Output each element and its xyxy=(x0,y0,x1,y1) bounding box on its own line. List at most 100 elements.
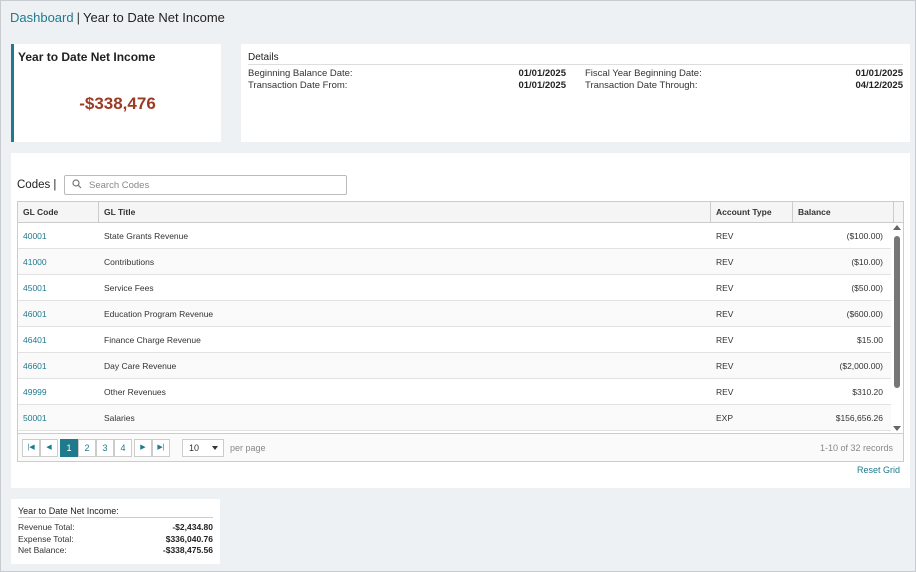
reset-grid-link[interactable]: Reset Grid xyxy=(857,465,900,475)
last-page-button[interactable]: ▶| xyxy=(152,439,170,457)
codes-label: Codes | xyxy=(17,179,57,191)
last-page-icon: ▶| xyxy=(157,444,165,451)
balance: ($10.00) xyxy=(851,257,883,267)
table-row[interactable]: 49999 Other Revenues REV $310.20 xyxy=(18,379,891,405)
gl-code-link[interactable]: 46001 xyxy=(18,301,99,327)
page-1-button[interactable]: 1 xyxy=(60,439,78,457)
gl-title: Salaries xyxy=(104,413,135,423)
first-page-icon: |◀ xyxy=(27,444,35,451)
page-title: Year to Date Net Income xyxy=(83,10,225,25)
prev-page-button[interactable]: ◀ xyxy=(40,439,58,457)
account-type: REV xyxy=(716,387,734,397)
beginning-balance-date-label: Beginning Balance Date: xyxy=(248,68,353,79)
gl-code-link[interactable]: 49999 xyxy=(18,379,99,405)
scroll-thumb[interactable] xyxy=(894,236,900,388)
header-gl-code[interactable]: GL Code xyxy=(18,202,99,223)
gl-title: Service Fees xyxy=(104,283,154,293)
transaction-date-from-row: Transaction Date From: 01/01/2025 xyxy=(248,80,566,91)
account-type: REV xyxy=(716,361,734,371)
gl-code-link[interactable]: 46601 xyxy=(18,353,99,379)
breadcrumb-dashboard-link[interactable]: Dashboard xyxy=(10,10,74,25)
balance: ($100.00) xyxy=(846,231,883,241)
search-input[interactable] xyxy=(89,178,339,192)
pager: |◀ ◀ 1 2 3 4 ▶ ▶| 10 per page 1-10 of 32… xyxy=(18,433,903,461)
expense-total-row: Expense Total: $336,040.76 xyxy=(18,534,213,544)
scroll-up-icon[interactable] xyxy=(893,225,901,230)
page-3-button[interactable]: 3 xyxy=(96,439,114,457)
scroll-down-icon[interactable] xyxy=(893,426,901,431)
summary-title: Year to Date Net Income: xyxy=(18,506,119,516)
balance: $15.00 xyxy=(857,335,883,345)
breadcrumb-separator: | xyxy=(76,10,80,25)
fiscal-year-beginning-label: Fiscal Year Beginning Date: xyxy=(585,68,702,79)
table-row[interactable]: 41000 Contributions REV ($10.00) xyxy=(18,249,891,275)
fiscal-year-beginning-value: 01/01/2025 xyxy=(855,68,903,79)
gl-code-link[interactable]: 45001 xyxy=(18,275,99,301)
account-type: EXP xyxy=(716,413,734,423)
transaction-date-from-value: 01/01/2025 xyxy=(518,80,566,91)
net-balance-label: Net Balance: xyxy=(18,545,67,555)
header-balance[interactable]: Balance xyxy=(793,202,894,223)
page-size-select[interactable]: 10 xyxy=(182,439,224,457)
beginning-balance-date-row: Beginning Balance Date: 01/01/2025 xyxy=(248,68,566,79)
balance: ($600.00) xyxy=(846,309,883,319)
table-row[interactable]: 50001 Salaries EXP $156,656.26 xyxy=(18,405,891,431)
transaction-date-from-label: Transaction Date From: xyxy=(248,80,348,91)
gl-title: State Grants Revenue xyxy=(104,231,189,241)
balance: $156,656.26 xyxy=(835,413,883,423)
beginning-balance-date-value: 01/01/2025 xyxy=(518,68,566,79)
gl-code-link[interactable]: 40001 xyxy=(18,223,99,249)
table-row[interactable]: 46001 Education Program Revenue REV ($60… xyxy=(18,301,891,327)
next-page-button[interactable]: ▶ xyxy=(134,439,152,457)
search-box[interactable] xyxy=(64,175,347,195)
header-account-type[interactable]: Account Type xyxy=(711,202,793,223)
account-type: REV xyxy=(716,283,734,293)
codes-table: GL Code GL Title Account Type Balance 40… xyxy=(17,201,904,462)
gl-code-link[interactable]: 46401 xyxy=(18,327,99,353)
net-income-card: Year to Date Net Income -$338,476 xyxy=(11,44,221,142)
search-icon xyxy=(72,179,82,189)
table-scrollbar[interactable] xyxy=(891,223,903,433)
records-count: 1-10 of 32 records xyxy=(819,443,893,453)
table-row[interactable]: 46401 Finance Charge Revenue REV $15.00 xyxy=(18,327,891,353)
gl-title: Day Care Revenue xyxy=(104,361,177,371)
account-type: REV xyxy=(716,257,734,267)
transaction-date-through-value: 04/12/2025 xyxy=(855,80,903,91)
net-income-title: Year to Date Net Income xyxy=(18,50,156,64)
first-page-button[interactable]: |◀ xyxy=(22,439,40,457)
breadcrumb: Dashboard | Year to Date Net Income xyxy=(10,10,225,25)
net-balance-value: -$338,475.56 xyxy=(162,545,213,555)
balance: ($2,000.00) xyxy=(839,361,883,371)
fiscal-year-beginning-row: Fiscal Year Beginning Date: 01/01/2025 xyxy=(585,68,903,79)
details-divider xyxy=(248,64,903,65)
transaction-date-through-label: Transaction Date Through: xyxy=(585,80,698,91)
gl-code-link[interactable]: 50001 xyxy=(18,405,99,431)
table-header: GL Code GL Title Account Type Balance xyxy=(18,202,903,223)
details-card: Details Beginning Balance Date: 01/01/20… xyxy=(241,44,910,142)
details-title: Details xyxy=(248,52,279,63)
summary-card: Year to Date Net Income: Revenue Total: … xyxy=(11,499,220,564)
codes-grid-card: Codes | GL Code GL Title Account Type Ba… xyxy=(11,153,910,488)
revenue-total-value: -$2,434.80 xyxy=(172,522,213,532)
account-type: REV xyxy=(716,335,734,345)
chevron-down-icon xyxy=(212,446,218,450)
expense-total-label: Expense Total: xyxy=(18,534,74,544)
next-page-icon: ▶ xyxy=(140,444,146,451)
revenue-total-row: Revenue Total: -$2,434.80 xyxy=(18,522,213,532)
page-4-button[interactable]: 4 xyxy=(114,439,132,457)
table-row[interactable]: 40001 State Grants Revenue REV ($100.00) xyxy=(18,223,891,249)
transaction-date-through-row: Transaction Date Through: 04/12/2025 xyxy=(585,80,903,91)
balance: ($50.00) xyxy=(851,283,883,293)
gl-title: Other Revenues xyxy=(104,387,166,397)
header-gl-title[interactable]: GL Title xyxy=(99,202,711,223)
table-body: 40001 State Grants Revenue REV ($100.00)… xyxy=(18,223,891,431)
table-row[interactable]: 46601 Day Care Revenue REV ($2,000.00) xyxy=(18,353,891,379)
page-size-value: 10 xyxy=(189,443,200,453)
page-2-button[interactable]: 2 xyxy=(78,439,96,457)
balance: $310.20 xyxy=(852,387,883,397)
account-type: REV xyxy=(716,231,734,241)
summary-divider xyxy=(18,517,213,518)
table-row[interactable]: 45001 Service Fees REV ($50.00) xyxy=(18,275,891,301)
gl-title: Contributions xyxy=(104,257,155,267)
gl-code-link[interactable]: 41000 xyxy=(18,249,99,275)
